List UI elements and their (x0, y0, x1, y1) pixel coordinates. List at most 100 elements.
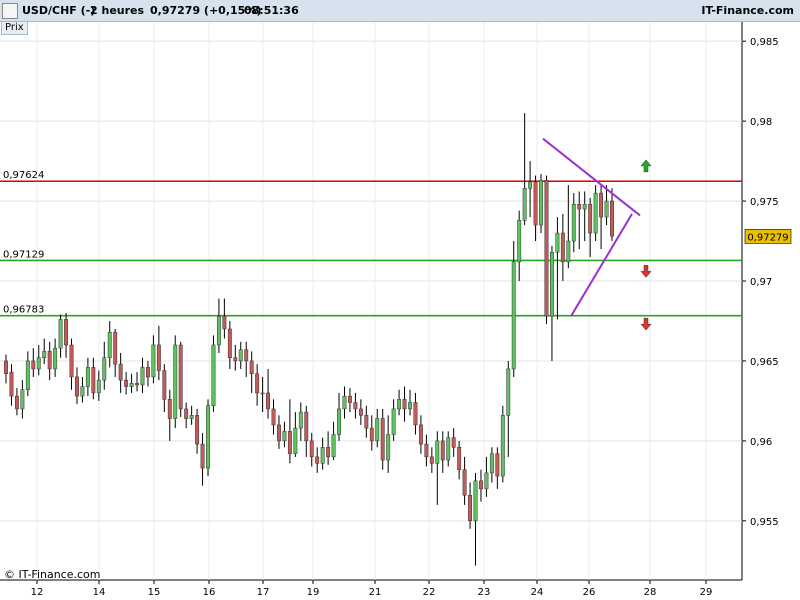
bear-candle (599, 192, 604, 218)
bull-candle (489, 453, 494, 474)
bear-candle (560, 232, 565, 263)
bull-candle (260, 392, 265, 395)
bear-candle (266, 392, 270, 410)
bull-candle (539, 180, 543, 226)
bull-candle (107, 331, 112, 359)
bull-candle (473, 480, 478, 522)
bull-candle (189, 415, 194, 419)
bear-candle (353, 402, 358, 410)
bear-candle (178, 344, 183, 410)
bull-candle (238, 349, 243, 362)
bear-candle (326, 447, 331, 458)
bull-candle (85, 367, 90, 387)
bear-candle (31, 360, 36, 370)
bear-candle (135, 383, 139, 386)
chart-menu-icon[interactable] (2, 3, 18, 19)
bull-candle (446, 437, 451, 461)
bear-candle (495, 453, 500, 477)
bear-candle (380, 418, 385, 461)
bear-candle (364, 415, 369, 429)
bear-candle (588, 204, 593, 234)
bull-candle (140, 367, 145, 386)
bear-candle (424, 443, 429, 458)
price-chart[interactable]: 0,97624 0,97129 0,96783 0,985 0,98 0,975 0,97… (0, 0, 800, 600)
bear-candle (287, 431, 292, 454)
bull-candle (571, 204, 576, 242)
bull-candle (216, 315, 221, 346)
price-panel-tab[interactable]: Prix (1, 21, 28, 35)
bear-candle (195, 415, 200, 445)
bull-candle (173, 344, 178, 419)
bull-candle (593, 192, 598, 234)
bear-candle (14, 395, 19, 410)
bull-candle (80, 386, 85, 397)
bear-candle (413, 402, 418, 426)
bull-candle (337, 408, 341, 435)
bear-candle (533, 181, 538, 226)
bear-candle (462, 469, 467, 496)
bear-candle (113, 331, 118, 365)
bull-candle (511, 261, 516, 370)
bull-candle (566, 240, 571, 263)
bear-candle (315, 456, 320, 464)
y-tick-label: 0,98 (750, 117, 772, 128)
bear-candle (222, 315, 227, 330)
bear-candle (184, 408, 189, 419)
bear-candle (468, 495, 472, 522)
bull-candle (53, 347, 58, 370)
bear-candle (146, 367, 150, 378)
copyright-text: © IT-Finance.com (4, 568, 101, 581)
bull-candle (129, 383, 134, 387)
y-tick-label: 0,985 (750, 37, 779, 48)
level-label: 0,97129 (3, 249, 44, 260)
x-tick-label: 24 (531, 587, 544, 598)
bear-candle (544, 180, 549, 317)
bear-candle (369, 427, 374, 442)
brand-label: IT-Finance.com (701, 4, 794, 17)
triangle-upper-line (542, 137, 641, 217)
bull-candle (604, 200, 609, 218)
bull-candle (408, 402, 412, 410)
bull-candle (342, 395, 347, 410)
bull-candle (484, 472, 489, 490)
level-lines: 0,97624 0,97129 0,96783 (0, 170, 742, 317)
chart-header: USD/CHF (-) 2 heures 0,97279 (+0,15%) 08… (0, 0, 800, 22)
bear-candle (118, 363, 123, 381)
y-tick-label: 0,97 (750, 277, 772, 288)
x-tick-label: 12 (31, 587, 44, 598)
bull-candle (500, 415, 505, 477)
bear-candle (69, 344, 74, 378)
bull-candle (522, 188, 527, 221)
bull-candle (36, 357, 41, 370)
bull-candle (102, 357, 107, 381)
bull-candle (211, 344, 216, 406)
bear-candle (156, 344, 161, 371)
x-tick-label: 19 (307, 587, 320, 598)
bull-candle (386, 434, 391, 461)
time-label: 08:51:36 (244, 4, 299, 17)
bear-candle (124, 379, 129, 387)
y-tick-label: 0,965 (750, 357, 779, 368)
bear-candle (4, 360, 8, 374)
bull-candle (320, 447, 325, 464)
bull-candle (506, 368, 511, 416)
bear-candle (233, 357, 238, 362)
timeframe-label: 2 heures (90, 4, 145, 17)
chart-grid (0, 22, 743, 581)
x-tick-label: 22 (423, 587, 436, 598)
bull-candle (331, 434, 336, 458)
bull-candle (397, 399, 402, 410)
bear-candle (577, 204, 582, 210)
x-tick-label: 28 (644, 587, 657, 598)
bear-candle (348, 395, 352, 403)
x-tick-label: 23 (478, 587, 491, 598)
bull-candle (582, 204, 587, 210)
y-axis: 0,985 0,98 0,975 0,97 0,965 0,96 0,955 0,97279 (742, 37, 792, 528)
x-tick-label: 14 (93, 587, 106, 598)
y-tick-label: 0,975 (750, 197, 779, 208)
bear-candle (429, 456, 434, 464)
bear-candle (451, 437, 456, 448)
bull-candle (391, 408, 396, 435)
y-tick-label: 0,955 (750, 517, 779, 528)
bear-candle (304, 411, 309, 442)
